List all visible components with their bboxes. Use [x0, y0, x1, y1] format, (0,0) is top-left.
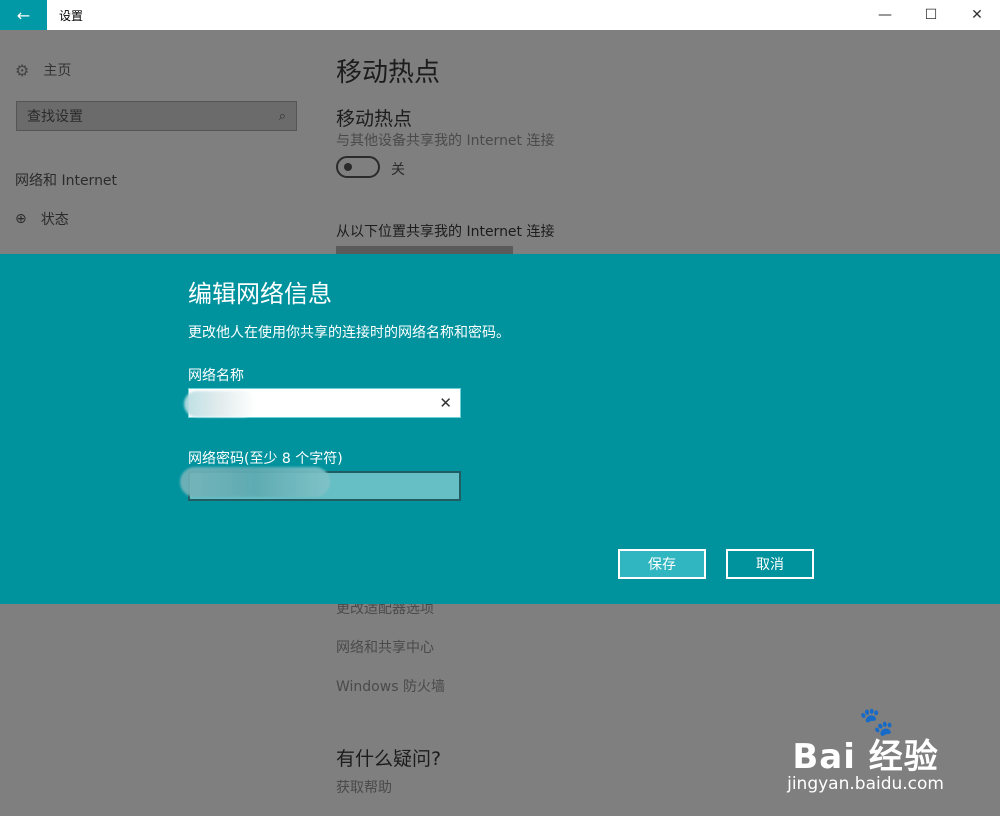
close-icon: ✕: [971, 7, 983, 23]
maximize-icon: ☐: [924, 7, 938, 23]
hotspot-toggle[interactable]: [336, 156, 380, 178]
dialog-title: 编辑网络信息: [188, 280, 332, 308]
edit-network-dialog: 编辑网络信息 更改他人在使用你共享的连接时的网络名称和密码。 网络名称 ✕ 网络…: [0, 254, 1000, 604]
sidebar-item-status[interactable]: ⊕ 状态: [15, 209, 69, 229]
redacted-blur: [180, 467, 330, 497]
window-controls: — ☐ ✕: [862, 0, 1000, 30]
sidebar-item-label: 状态: [40, 212, 69, 228]
sidebar-home-label: 主页: [43, 63, 72, 79]
minimize-button[interactable]: —: [862, 0, 908, 30]
maximize-button[interactable]: ☐: [908, 0, 954, 30]
search-icon: ⌕: [278, 108, 286, 124]
save-button[interactable]: 保存: [618, 549, 706, 579]
page-title: 移动热点: [336, 58, 441, 88]
back-button[interactable]: ←: [0, 0, 47, 30]
hotspot-title: 移动热点: [336, 108, 413, 130]
title-bar: ← 设置 — ☐ ✕: [0, 0, 1000, 30]
search-settings-input[interactable]: 查找设置 ⌕: [16, 101, 297, 131]
app-title: 设置: [59, 8, 84, 23]
clear-icon[interactable]: ✕: [439, 394, 452, 412]
redacted-blur: [184, 391, 256, 417]
link-get-help[interactable]: 获取帮助: [336, 777, 392, 797]
close-button[interactable]: ✕: [954, 0, 1000, 30]
baidu-watermark: 🐾 Bai 经验 jingyan.baidu.com: [787, 705, 944, 794]
toggle-knob: [344, 163, 352, 171]
dialog-description: 更改他人在使用你共享的连接时的网络名称和密码。: [188, 325, 510, 341]
cancel-button[interactable]: 取消: [726, 549, 814, 579]
share-from-dropdown[interactable]: [336, 246, 513, 254]
network-password-label: 网络密码(至少 8 个字符): [188, 451, 343, 467]
search-placeholder: 查找设置: [27, 109, 83, 125]
sidebar-section-heading: 网络和 Internet: [15, 173, 118, 189]
network-name-label: 网络名称: [188, 368, 244, 384]
link-network-sharing-center[interactable]: 网络和共享中心: [336, 637, 434, 657]
globe-icon: ⊕: [15, 211, 27, 227]
toggle-state-label: 关: [391, 162, 405, 178]
sidebar-home[interactable]: ⚙ 主页: [15, 60, 71, 80]
network-name-input[interactable]: ✕: [184, 388, 461, 418]
link-windows-firewall[interactable]: Windows 防火墙: [336, 676, 445, 696]
arrow-left-icon: ←: [16, 5, 31, 25]
gear-icon: ⚙: [15, 60, 30, 80]
minimize-icon: —: [878, 7, 892, 23]
help-title: 有什么疑问?: [336, 748, 442, 770]
watermark-url: jingyan.baidu.com: [787, 774, 944, 794]
network-password-input[interactable]: [180, 467, 461, 501]
hotspot-description: 与其他设备共享我的 Internet 连接: [336, 133, 555, 149]
paw-icon: 🐾: [859, 705, 894, 738]
share-from-label: 从以下位置共享我的 Internet 连接: [336, 224, 555, 240]
